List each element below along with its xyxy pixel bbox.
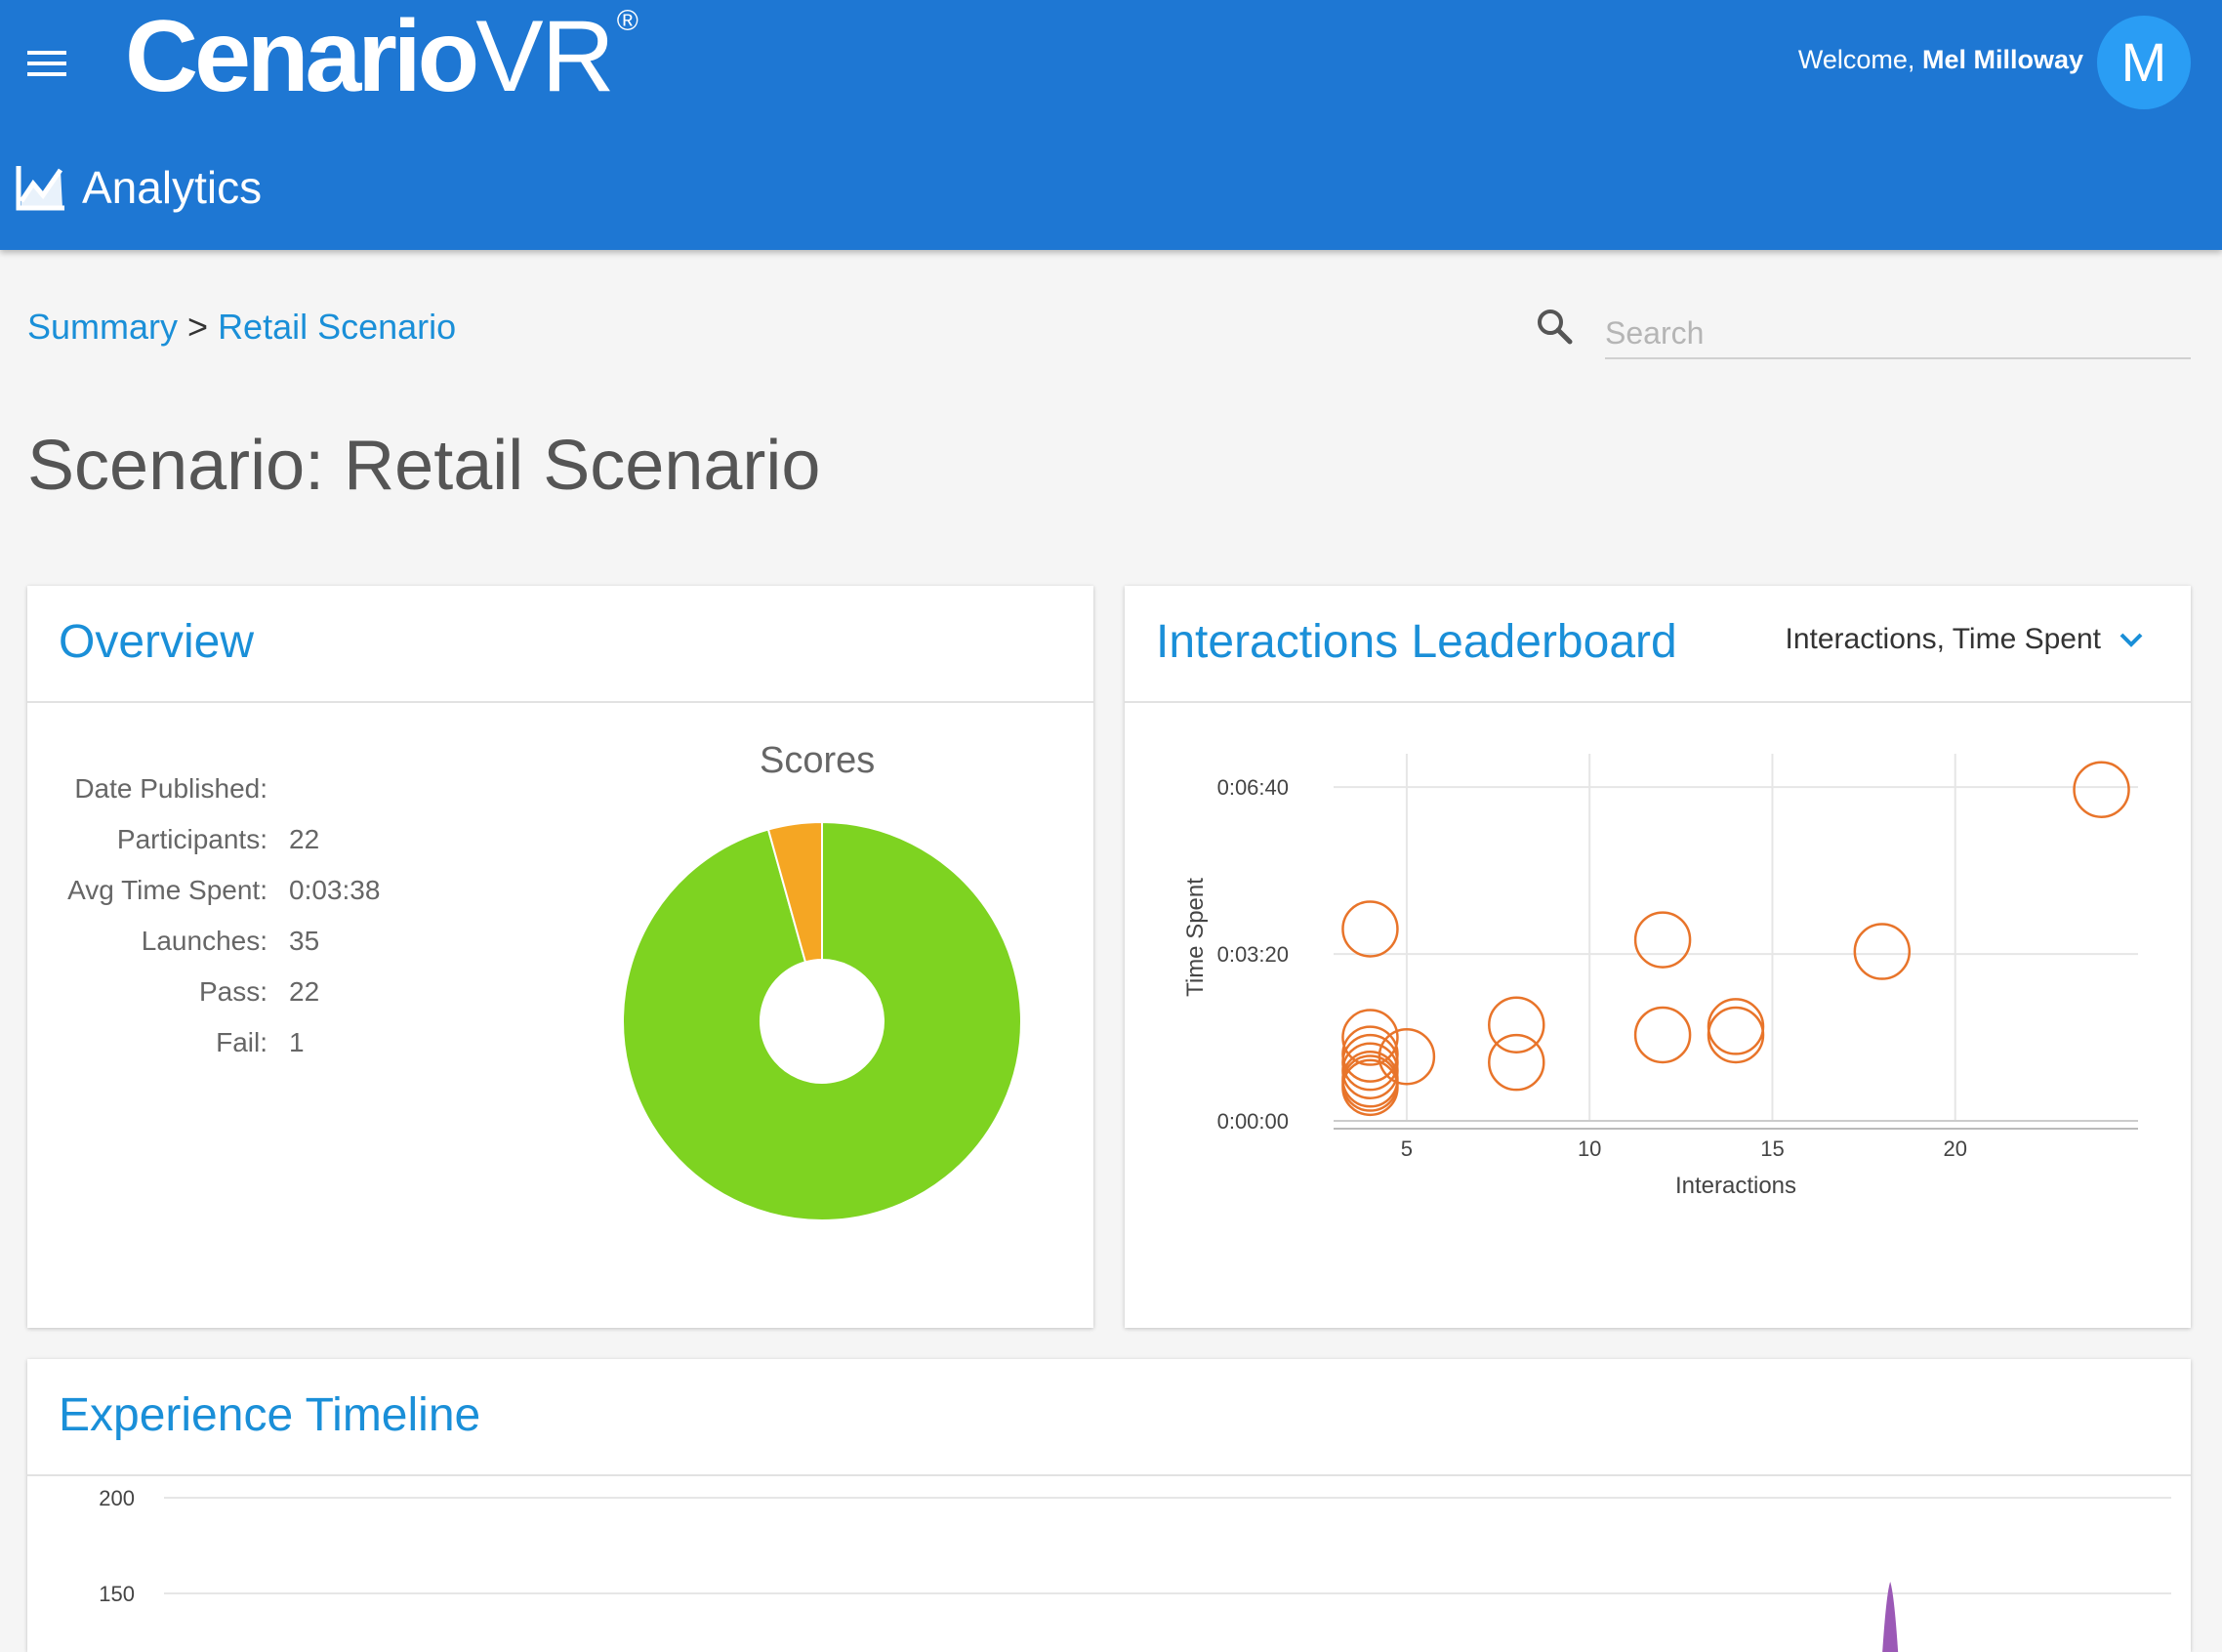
stat-label: Participants: [116, 824, 267, 854]
timeline-y-tick-label: 150 [99, 1582, 135, 1606]
x-tick-label: 5 [1401, 1136, 1413, 1161]
stat-row-participants: Participants: 22 [27, 824, 574, 875]
scatter-point[interactable] [1341, 900, 1399, 958]
interactions-leaderboard-card: Interactions Leaderboard Interactions, T… [1125, 586, 2191, 1328]
stat-value: 22 [289, 976, 320, 1007]
line-chart-icon [16, 166, 64, 211]
stat-row-fail: Fail: 1 [27, 1027, 574, 1078]
scores-chart-title: Scores [760, 740, 876, 781]
page-title: Scenario: Retail Scenario [27, 427, 821, 505]
timeline-peak [1882, 1582, 1899, 1652]
section-title: Analytics [16, 160, 262, 215]
stat-label: Pass: [198, 976, 267, 1007]
overview-title: Overview [59, 616, 255, 668]
welcome-prefix: Welcome, [1797, 45, 1915, 74]
stat-row-date-published: Date Published: [27, 773, 574, 824]
y-tick-label: 0:00:00 [1217, 1109, 1289, 1134]
scores-donut-chart [622, 820, 1022, 1221]
user-name: Mel Milloway [1921, 45, 2083, 74]
x-tick-label: 20 [1943, 1136, 1966, 1161]
registered-mark: ® [616, 5, 638, 37]
search-icon[interactable] [1535, 307, 1574, 346]
breadcrumb-summary-link[interactable]: Summary [27, 307, 178, 347]
experience-timeline-chart: 200 150 [99, 1486, 2171, 1652]
scatter-point[interactable] [1853, 923, 1912, 980]
section-title-label: Analytics [82, 162, 263, 213]
stat-value: 35 [289, 926, 320, 956]
scatter-point[interactable] [1633, 1006, 1692, 1064]
scatter-point[interactable] [1633, 911, 1692, 969]
x-tick-label: 10 [1578, 1136, 1601, 1161]
stat-label: Date Published: [74, 773, 267, 804]
x-tick-label: 15 [1760, 1136, 1784, 1161]
cenariovr-logo[interactable]: CenarioVR ® [125, 0, 638, 113]
stat-row-launches: Launches: 35 [27, 926, 574, 976]
scatter-point[interactable] [2073, 761, 2130, 818]
y-axis-title: Time Spent [1182, 878, 1209, 997]
stat-row-pass: Pass: 22 [27, 976, 574, 1027]
stat-value: 22 [289, 824, 320, 854]
interactions-scatter-chart: 5 10 15 20 0:00:00 0:03:20 0:06:40 Interactions… [1182, 754, 2138, 1199]
breadcrumb-separator: > [187, 307, 209, 347]
experience-timeline-card: Experience Timeline 200 150 [27, 1359, 2191, 1652]
hamburger-menu-icon[interactable] [27, 51, 66, 78]
x-axis-title: Interactions [1675, 1173, 1796, 1199]
y-tick-label: 0:03:20 [1217, 942, 1289, 967]
overview-card-header: Overview [27, 586, 1093, 703]
stat-value: 0:03:38 [289, 875, 381, 905]
y-tick-label: 0:06:40 [1217, 775, 1289, 800]
breadcrumb-current-link[interactable]: Retail Scenario [218, 307, 456, 347]
overview-stats: Date Published: Participants: 22 Avg Tim… [27, 773, 574, 1078]
stat-value: 1 [289, 1027, 305, 1057]
breadcrumb: Summary > Retail Scenario [27, 307, 456, 348]
overview-card: Overview Date Published: Participants: 2… [27, 586, 1093, 1328]
user-avatar[interactable]: M [2097, 16, 2191, 109]
scatter-point[interactable] [1488, 1033, 1545, 1092]
stat-label: Fail: [216, 1027, 267, 1057]
welcome-message: Welcome, Mel Milloway [1798, 45, 2083, 75]
timeline-y-tick-label: 200 [99, 1486, 135, 1510]
top-app-bar: CenarioVR ® Welcome, Mel Milloway M Analy… [0, 0, 2222, 250]
stat-label: Avg Time Spent: [67, 875, 267, 905]
logo-vr-text: VR [475, 0, 614, 113]
logo-text: Cenario [125, 0, 479, 113]
stat-label: Launches: [141, 926, 267, 956]
search-input[interactable] [1605, 309, 2191, 359]
stat-row-avg-time-spent: Avg Time Spent: 0:03:38 [27, 875, 574, 926]
